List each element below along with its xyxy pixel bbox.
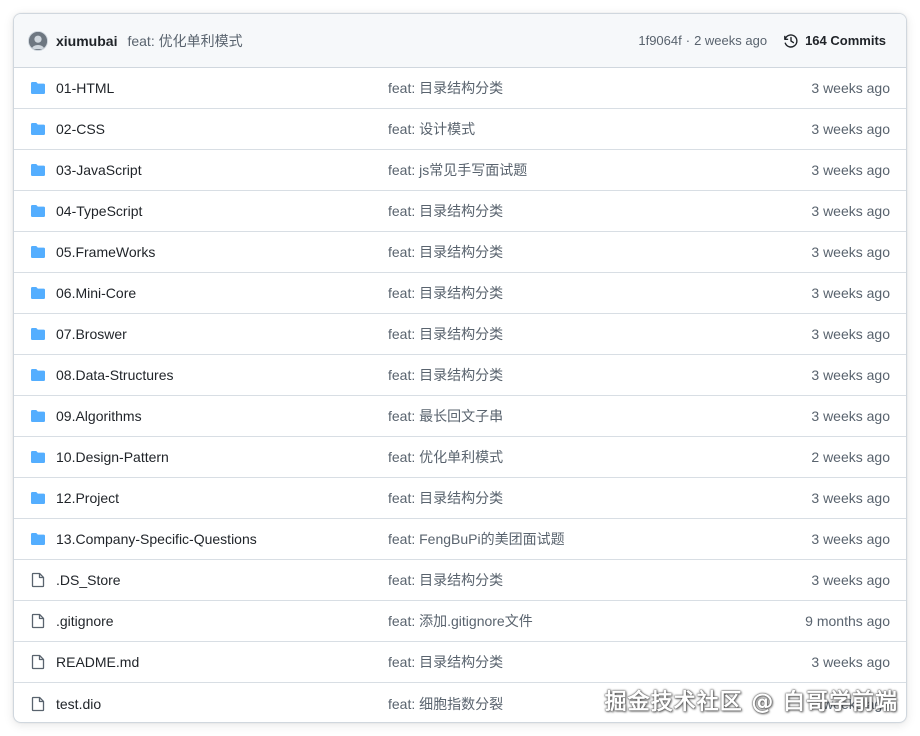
file-name-link[interactable]: 13.Company-Specific-Questions bbox=[56, 531, 388, 547]
commit-message-link[interactable]: feat: 目录结构分类 bbox=[388, 570, 811, 590]
folder-icon bbox=[30, 490, 46, 506]
commit-message-link[interactable]: feat: js常见手写面试题 bbox=[388, 160, 811, 180]
commit-message-link[interactable]: feat: FengBuPi的美团面试题 bbox=[388, 529, 811, 549]
file-row[interactable]: 07.Broswer feat: 目录结构分类 3 weeks ago bbox=[14, 314, 906, 355]
commit-sha[interactable]: 1f9064f bbox=[638, 33, 681, 48]
file-row[interactable]: 02-CSS feat: 设计模式 3 weeks ago bbox=[14, 109, 906, 150]
file-row[interactable]: 06.Mini-Core feat: 目录结构分类 3 weeks ago bbox=[14, 273, 906, 314]
commit-time: 3 weeks ago bbox=[811, 654, 890, 670]
file-name-link[interactable]: 03-JavaScript bbox=[56, 162, 388, 178]
commit-time: 9 months ago bbox=[805, 613, 890, 629]
file-name-link[interactable]: 04-TypeScript bbox=[56, 203, 388, 219]
commit-time: 3 weeks ago bbox=[811, 531, 890, 547]
file-row[interactable]: 03-JavaScript feat: js常见手写面试题 3 weeks ago bbox=[14, 150, 906, 191]
folder-icon bbox=[30, 80, 46, 96]
file-name-link[interactable]: 05.FrameWorks bbox=[56, 244, 388, 260]
commit-time: 3 weeks ago bbox=[811, 572, 890, 588]
file-row[interactable]: 04-TypeScript feat: 目录结构分类 3 weeks ago bbox=[14, 191, 906, 232]
commits-count: 164 Commits bbox=[805, 33, 886, 48]
commit-message-link[interactable]: feat: 目录结构分类 bbox=[388, 365, 811, 385]
file-name-link[interactable]: .gitignore bbox=[56, 613, 388, 629]
commit-message-link[interactable]: feat: 目录结构分类 bbox=[388, 324, 811, 344]
file-name-link[interactable]: README.md bbox=[56, 654, 388, 670]
file-row[interactable]: .gitignore feat: 添加.gitignore文件 9 months a… bbox=[14, 601, 906, 642]
commit-message-link[interactable]: feat: 目录结构分类 bbox=[388, 242, 811, 262]
file-name-link[interactable]: test.dio bbox=[56, 696, 388, 712]
file-icon bbox=[30, 613, 46, 629]
file-list-card: xiumubai feat: 优化单利模式 1f9064f · 2 weeks … bbox=[13, 13, 907, 723]
folder-icon bbox=[30, 203, 46, 219]
commit-author[interactable]: xiumubai bbox=[56, 33, 117, 49]
commit-message-link[interactable]: feat: 最长回文子串 bbox=[388, 406, 811, 426]
folder-icon bbox=[30, 162, 46, 178]
file-row[interactable]: 01-HTML feat: 目录结构分类 3 weeks ago bbox=[14, 68, 906, 109]
commit-time: 3 weeks ago bbox=[811, 80, 890, 96]
file-name-link[interactable]: 02-CSS bbox=[56, 121, 388, 137]
commits-link[interactable]: 164 Commits bbox=[783, 33, 886, 49]
file-name-link[interactable]: .DS_Store bbox=[56, 572, 388, 588]
commit-time: 3 weeks ago bbox=[811, 285, 890, 301]
folder-icon bbox=[30, 285, 46, 301]
commit-time: 3 weeks ago bbox=[811, 326, 890, 342]
folder-icon bbox=[30, 244, 46, 260]
file-list: 01-HTML feat: 目录结构分类 3 weeks ago 02-CSS feat… bbox=[14, 68, 906, 722]
commit-time: 3 weeks ago bbox=[811, 490, 890, 506]
commit-time: 3 weeks ago bbox=[811, 203, 890, 219]
commit-time: 3 weeks ago bbox=[811, 367, 890, 383]
commit-time: 2 weeks ago bbox=[811, 449, 890, 465]
commit-message-link[interactable]: feat: 目录结构分类 bbox=[388, 78, 811, 98]
user-avatar[interactable] bbox=[28, 30, 48, 51]
commit-message[interactable]: feat: 优化单利模式 bbox=[127, 31, 242, 51]
commit-message-link[interactable]: feat: 目录结构分类 bbox=[388, 652, 811, 672]
folder-icon bbox=[30, 121, 46, 137]
watermark: 掘金技术社区 @ 白哥学前端 bbox=[604, 690, 898, 715]
commit-message-link[interactable]: feat: 设计模式 bbox=[388, 119, 811, 139]
folder-icon bbox=[30, 449, 46, 465]
commit-time: 3 weeks ago bbox=[811, 408, 890, 424]
file-row[interactable]: 08.Data-Structures feat: 目录结构分类 3 weeks ag… bbox=[14, 355, 906, 396]
file-name-link[interactable]: 01-HTML bbox=[56, 80, 388, 96]
separator: · bbox=[685, 33, 691, 48]
file-name-link[interactable]: 08.Data-Structures bbox=[56, 367, 388, 383]
commit-message-link[interactable]: feat: 优化单利模式 bbox=[388, 447, 811, 467]
history-icon bbox=[784, 33, 798, 48]
file-row[interactable]: 10.Design-Pattern feat: 优化单利模式 2 weeks ago bbox=[14, 437, 906, 478]
file-row[interactable]: 09.Algorithms feat: 最长回文子串 3 weeks ago bbox=[14, 396, 906, 437]
folder-icon bbox=[30, 326, 46, 342]
file-name-link[interactable]: 12.Project bbox=[56, 490, 388, 506]
file-icon bbox=[30, 696, 46, 712]
file-name-link[interactable]: 07.Broswer bbox=[56, 326, 388, 342]
commit-time: 3 weeks ago bbox=[811, 162, 890, 178]
commit-time: 2 weeks ago bbox=[694, 33, 768, 48]
commit-message-link[interactable]: feat: 添加.gitignore文件 bbox=[388, 611, 805, 631]
file-row[interactable]: 12.Project feat: 目录结构分类 3 weeks ago bbox=[14, 478, 906, 519]
folder-icon bbox=[30, 367, 46, 383]
folder-icon bbox=[30, 408, 46, 424]
file-row[interactable]: README.md feat: 目录结构分类 3 weeks ago bbox=[14, 642, 906, 683]
folder-icon bbox=[30, 531, 46, 547]
commit-message-link[interactable]: feat: 目录结构分类 bbox=[388, 201, 811, 221]
file-row[interactable]: 13.Company-Specific-Questions feat: FengB… bbox=[14, 519, 906, 560]
file-name-link[interactable]: 06.Mini-Core bbox=[56, 285, 388, 301]
commit-time: 3 weeks ago bbox=[811, 121, 890, 137]
latest-commit-bar: xiumubai feat: 优化单利模式 1f9064f · 2 weeks … bbox=[14, 14, 906, 68]
file-row[interactable]: 05.FrameWorks feat: 目录结构分类 3 weeks ago bbox=[14, 232, 906, 273]
file-row[interactable]: .DS_Store feat: 目录结构分类 3 weeks ago bbox=[14, 560, 906, 601]
commit-message-link[interactable]: feat: 目录结构分类 bbox=[388, 488, 811, 508]
file-icon bbox=[30, 654, 46, 670]
file-icon bbox=[30, 572, 46, 588]
file-name-link[interactable]: 09.Algorithms bbox=[56, 408, 388, 424]
commit-message-link[interactable]: feat: 目录结构分类 bbox=[388, 283, 811, 303]
file-name-link[interactable]: 10.Design-Pattern bbox=[56, 449, 388, 465]
commit-time: 3 weeks ago bbox=[811, 244, 890, 260]
